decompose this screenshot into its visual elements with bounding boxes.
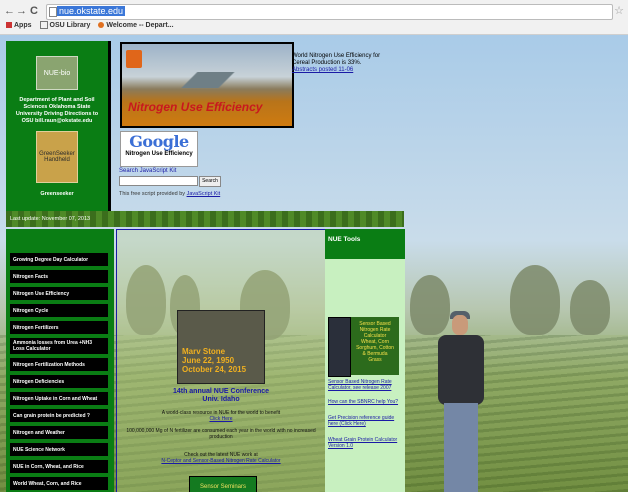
center-text-3: Check out the latest NUE work at N-Cepto…	[117, 452, 325, 464]
menu-item[interactable]: Nitrogen Fertilizers	[10, 321, 108, 334]
reload-icon[interactable]: C	[30, 5, 38, 17]
script-credit: This free script provided by JavaScript …	[119, 191, 221, 197]
menu-item[interactable]: NUE in Corn, Wheat, and Rice	[10, 460, 108, 473]
menu-item[interactable]: Nitrogen Cycle	[10, 304, 108, 317]
menu-item[interactable]: Can grain protein be predicted ?	[10, 409, 108, 422]
menu-item[interactable]: Nitrogen Fertilization Methods	[10, 358, 108, 371]
abstracts-link[interactable]: Abstracts posted 11-06	[292, 67, 353, 73]
search-button[interactable]: Search	[199, 176, 221, 187]
nceptor-link[interactable]: N-Ceptor and Sensor-Based Nitrogen Rate …	[117, 458, 325, 464]
protein-calculator-link[interactable]: Wheat Grain Protein Calculator Version 1…	[328, 437, 402, 449]
menu-item[interactable]: Nitrogen Deficiencies	[10, 375, 108, 388]
last-update-bar: Last update: November 07, 2013	[6, 211, 404, 227]
farmer-photo	[432, 311, 490, 492]
sbnrc-help-link[interactable]: How can the SBNRC help You?	[328, 399, 402, 405]
javascript-kit-link[interactable]: JavaScript Kit	[187, 191, 221, 197]
center-text-2: 100,000,000 Mg of N fertilizer are consu…	[126, 428, 316, 440]
address-bar[interactable]: nue.okstate.edu	[46, 4, 613, 20]
browser-toolbar: ← → C nue.okstate.edu ☆ Apps OSU Library…	[0, 0, 628, 35]
google-logo: Google	[129, 132, 189, 151]
sbnrc-link[interactable]: Sensor Based Nitrogen Rate Calculator, s…	[328, 379, 402, 391]
header-banner: Nitrogen Use Efficiency	[120, 42, 294, 128]
calculator-icon[interactable]	[328, 317, 351, 377]
bookmark-apps[interactable]: Apps	[6, 21, 32, 29]
greenseeker-label[interactable]: Greenseeker	[10, 191, 104, 197]
osu-logo-icon	[126, 50, 142, 68]
sidebar-header: NUE-bio Department of Plant and Soil Sci…	[6, 41, 111, 211]
menu-item[interactable]: Nitrogen Use Efficiency	[10, 287, 108, 300]
memorial-photo: Marv Stone June 22, 1950 October 24, 201…	[177, 310, 265, 384]
menu-item[interactable]: World Wheat, Corn, and Rice	[10, 477, 108, 490]
precision-guide-link[interactable]: Get Precision reference guide here (Clic…	[328, 415, 402, 427]
page-icon	[49, 7, 57, 17]
bookmark-star-icon[interactable]: ☆	[614, 4, 624, 17]
tree	[570, 280, 610, 335]
menu-item[interactable]: Ammonia losses from Urea +NH3 Loss Calcu…	[10, 338, 108, 354]
menu-item[interactable]: Nitrogen Uptake in Corn and Wheat	[10, 392, 108, 405]
google-subtitle: Nitrogen Use Efficiency	[125, 151, 193, 157]
back-icon[interactable]: ←	[4, 5, 15, 17]
site-icon	[98, 22, 105, 28]
nue-logo[interactable]: NUE-bio	[36, 56, 78, 90]
click-here-link[interactable]: Click Here	[117, 416, 325, 422]
url-text[interactable]: nue.okstate.edu	[57, 6, 126, 16]
bookmark-osu-library[interactable]: OSU Library	[39, 21, 90, 29]
menu-item[interactable]: Nitrogen Facts	[10, 270, 108, 283]
menu-item[interactable]: Nitrogen and Weather	[10, 426, 108, 439]
menu-item[interactable]: Growing Degree Day Calculator	[10, 253, 108, 266]
search-input[interactable]	[119, 176, 198, 186]
apps-icon	[6, 22, 12, 28]
sidebar-menu: Growing Degree Day Calculator Nitrogen F…	[6, 229, 114, 492]
google-search-widget: Google Nitrogen Use Efficiency	[120, 131, 198, 167]
world-nue-note: World Nitrogen Use Efficiency for Cereal…	[292, 53, 381, 73]
tree	[510, 265, 560, 335]
bookmark-welcome[interactable]: Welcome -- Depart...	[98, 21, 174, 29]
banner-title: Nitrogen Use Efficiency	[128, 100, 263, 114]
greenseeker-image[interactable]: GreenSeeker Handheld	[36, 131, 78, 183]
nue-tools-panel: NUE Tools Sensor Based Nitrogen Rate Cal…	[325, 229, 405, 492]
sensor-seminars-button[interactable]: Sensor Seminars	[189, 476, 257, 492]
sbnrc-panel[interactable]: Sensor Based Nitrogen Rate Calculator Wh…	[351, 317, 399, 375]
nue-tools-header: NUE Tools	[325, 229, 405, 259]
conference-announcement[interactable]: 14th annual NUE Conference Univ. Idaho	[117, 388, 325, 404]
department-info: Department of Plant and Soil Sciences Ok…	[15, 97, 99, 124]
page-icon	[39, 21, 48, 29]
search-javascript-link[interactable]: Search JavaScript Kit	[119, 168, 176, 174]
page-background: NUE-bio Department of Plant and Soil Sci…	[0, 35, 628, 492]
forward-icon[interactable]: →	[16, 5, 27, 17]
bookmarks-bar: Apps OSU Library Welcome -- Depart...	[6, 21, 174, 29]
center-text-1: A world-class resource in NUE for the wo…	[117, 410, 325, 422]
menu-item[interactable]: NUE Science Network	[10, 443, 108, 456]
photo-caption: Marv Stone June 22, 1950 October 24, 201…	[182, 347, 247, 374]
main-content: Marv Stone June 22, 1950 October 24, 201…	[116, 229, 326, 492]
